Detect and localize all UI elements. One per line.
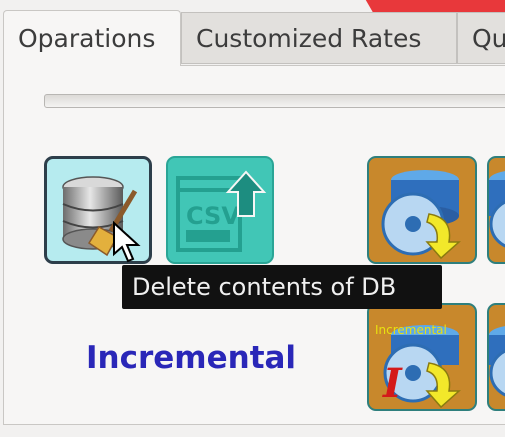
database-disc-icon bbox=[489, 326, 505, 397]
delete-db-tooltip: Delete contents of DB bbox=[122, 265, 442, 309]
backup-button[interactable] bbox=[367, 156, 477, 264]
csv-export-button[interactable]: CSV bbox=[166, 156, 274, 264]
tab-operations[interactable]: Oparations bbox=[3, 10, 181, 66]
incremental-label: Incremental bbox=[86, 340, 297, 376]
tab-bar: Customized Rates Qu Oparations bbox=[0, 0, 505, 70]
incremental-backup-icon: I bbox=[382, 325, 461, 409]
csv-export-icon: CSV bbox=[176, 170, 267, 252]
tab-queries[interactable]: Qu bbox=[457, 12, 505, 64]
svg-text:CSV: CSV bbox=[186, 202, 240, 230]
restore-button[interactable] bbox=[487, 156, 505, 264]
svg-text:I: I bbox=[382, 360, 403, 407]
tooltip-text: Delete contents of DB bbox=[132, 273, 397, 301]
database-disc-icon bbox=[489, 171, 505, 248]
mouse-cursor-icon bbox=[113, 220, 141, 263]
tab-queries-label: Qu bbox=[472, 23, 505, 53]
tab-operations-label: Oparations bbox=[18, 24, 156, 53]
operations-window: Customized Rates Qu Oparations CSV I Inc… bbox=[0, 0, 505, 437]
tab-customized-rates[interactable]: Customized Rates bbox=[181, 12, 457, 64]
incremental-backup-button[interactable]: I Incremental bbox=[367, 303, 477, 411]
incremental-restore-button[interactable] bbox=[487, 303, 505, 411]
tab-customized-rates-label: Customized Rates bbox=[196, 23, 422, 53]
incremental-icon-text: Incremental bbox=[375, 323, 447, 337]
database-disc-icon bbox=[381, 170, 461, 260]
progress-bar bbox=[44, 94, 505, 108]
